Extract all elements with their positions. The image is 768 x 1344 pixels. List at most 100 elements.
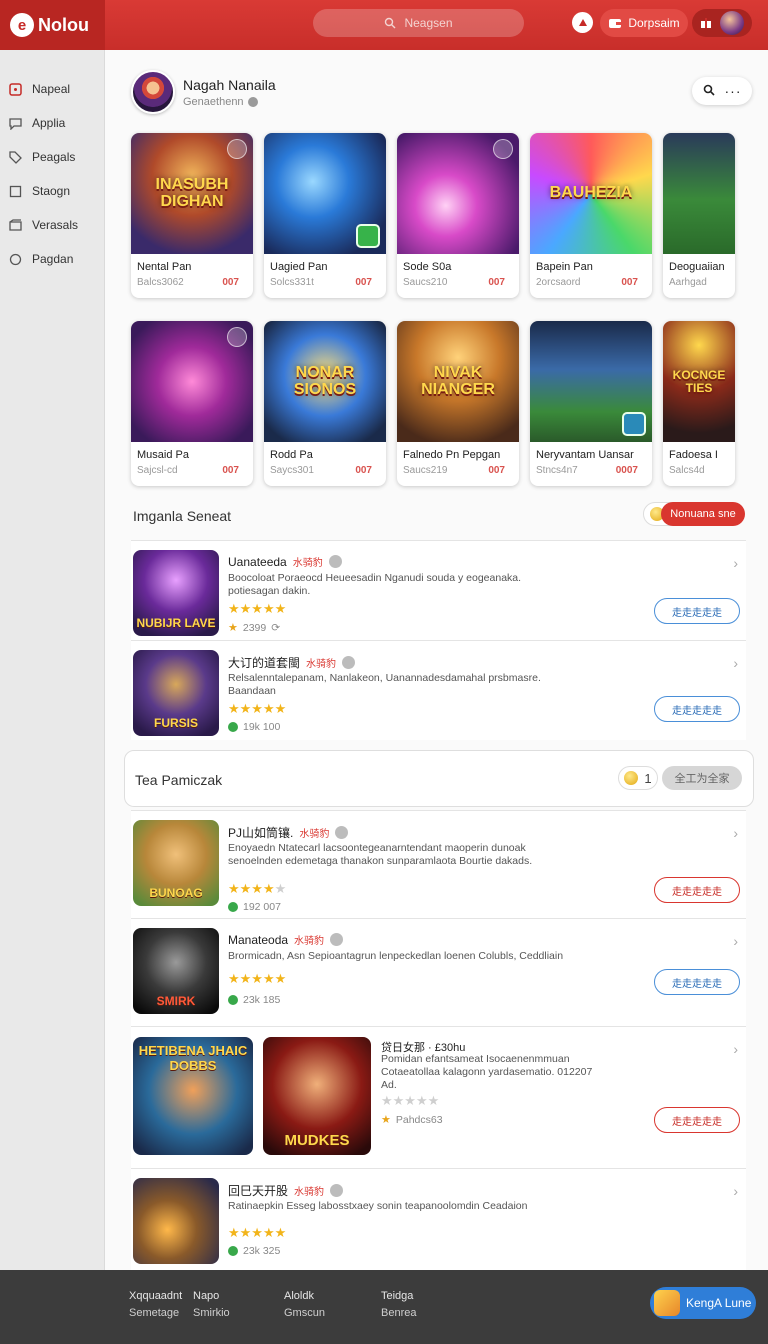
search-icon[interactable] xyxy=(703,83,715,99)
section-action-button[interactable]: 全工为全家 xyxy=(662,766,742,790)
footer-link[interactable]: Semetage xyxy=(129,1305,182,1322)
more-icon[interactable]: ··· xyxy=(725,83,742,99)
game-art-title: NONAR SIONOS xyxy=(293,363,357,398)
footer-link[interactable]: Teidga xyxy=(381,1288,416,1305)
rating-stars: ★★★★★ xyxy=(228,1225,287,1240)
item-action-button[interactable]: 走走走走走 xyxy=(654,696,740,722)
game-thumbnail: NIVAK NIANGER xyxy=(397,321,519,442)
deposit-label: Dorpsaim xyxy=(628,16,680,30)
list-thumbnail: NUBIJR LAVE xyxy=(133,550,219,636)
game-thumbnail: INASUBH DIGHAN xyxy=(131,133,253,254)
footer-column: Napo Smirkio xyxy=(193,1288,230,1322)
chevron-right-icon[interactable]: › xyxy=(733,555,738,571)
list-item[interactable]: BUNOAG PJ山如筒镶. 水骑豹 Enoyaedn Ntatecarl lac… xyxy=(131,810,746,918)
footer: Xqquaadnt Semetage Napo Smirkio Aloldk G… xyxy=(0,1270,768,1344)
chevron-right-icon[interactable]: › xyxy=(733,655,738,671)
game-card[interactable]: KOCNGE TIES Fadoesa I Salcs4d xyxy=(663,321,735,486)
item-action-button[interactable]: 走走走走走 xyxy=(654,1107,740,1133)
sidebar-item-label: Napeal xyxy=(32,82,71,96)
game-card[interactable]: NONAR SIONOS Rodd Pa Saycs301 007 xyxy=(264,321,386,486)
item-meta-row: 192 007 xyxy=(228,901,281,913)
item-meta: 23k 185 xyxy=(243,994,281,1006)
footer-link[interactable]: Aloldk xyxy=(284,1288,325,1305)
info-icon xyxy=(342,656,356,669)
avatar xyxy=(720,11,744,35)
game-card[interactable]: INASUBH DIGHAN Nental Pan Balcs3062 007 xyxy=(131,133,253,298)
list-item[interactable]: 回巳天开股 水骑豹 Ratinaepkin Esseg labosstxaey s… xyxy=(131,1168,746,1278)
game-card[interactable]: Uagied Pan Solcs331t 007 xyxy=(264,133,386,298)
game-card[interactable]: Deoguaiian Aarhgad xyxy=(663,133,735,298)
item-title-row: 回巳天开股 水骑豹 xyxy=(228,1182,344,1199)
footer-link[interactable]: Xqquaadnt xyxy=(129,1288,182,1305)
item-meta-row: 23k 325 xyxy=(228,1245,280,1257)
list-item[interactable]: HETIBENA JHAIC DOBBS MUDKES 贷日女那 · £30hu… xyxy=(131,1026,746,1168)
user-menu[interactable] xyxy=(692,9,752,37)
item-action-button[interactable]: 走走走走走 xyxy=(654,598,740,624)
featured-row-1: INASUBH DIGHAN Nental Pan Balcs3062 007 U… xyxy=(131,133,735,298)
coin-icon xyxy=(624,771,639,785)
game-art-title: INASUBH DIGHAN xyxy=(155,175,229,210)
list-item[interactable]: FURSIS 大订的道套閩 水骑豹 Relsalenntalepanam, Nan… xyxy=(131,640,746,740)
verified-icon xyxy=(247,96,258,107)
chevron-right-icon[interactable]: › xyxy=(733,1041,738,1057)
chevron-right-icon[interactable]: › xyxy=(733,933,738,949)
list-item[interactable]: NUBIJR LAVE Uanateeda 水骑豹 Boocoloat Porae… xyxy=(131,540,746,640)
item-title: 大订的道套閩 xyxy=(228,656,301,670)
thumb-art: BUNOAG xyxy=(149,886,203,900)
deposit-button[interactable]: Dorpsaim xyxy=(600,9,688,37)
item-description: Enoyaedn Ntatecarl lacsoontegeanarntenda… xyxy=(228,842,533,867)
chevron-right-icon[interactable]: › xyxy=(733,825,738,841)
game-list-2: BUNOAG PJ山如筒镶. 水骑豹 Enoyaedn Ntatecarl lac… xyxy=(131,810,746,1278)
sidebar-item-label: Staogn xyxy=(32,184,71,198)
item-description: Pomidan efantsameat Isocaenenmmuan Cotae… xyxy=(381,1053,593,1091)
game-card[interactable]: Neryvantam Uansar Stncs4n7 0007 xyxy=(530,321,652,486)
item-tag: 水骑豹 xyxy=(306,659,337,670)
search-input[interactable]: Neagsen xyxy=(313,9,524,37)
game-card[interactable]: NIVAK NIANGER Falnedo Pn Pepgan Saucs219… xyxy=(397,321,519,486)
list-thumbnail: BUNOAG xyxy=(133,820,219,906)
item-action-button[interactable]: 走走走走走 xyxy=(654,877,740,903)
section-action-button[interactable]: Nonuana sne xyxy=(661,502,745,526)
online-icon xyxy=(228,1246,238,1256)
badge-icon xyxy=(493,139,513,159)
chevron-right-icon[interactable]: › xyxy=(733,1183,738,1199)
footer-link[interactable]: Gmscun xyxy=(284,1305,325,1322)
sidebar-item-napeal[interactable]: Napeal xyxy=(0,72,104,106)
item-title: Uanateeda xyxy=(228,554,287,569)
badge-icon xyxy=(227,327,247,347)
game-meta: Saucs210 xyxy=(403,277,448,288)
gift-icon xyxy=(701,18,711,28)
footer-link[interactable]: Smirkio xyxy=(193,1305,230,1322)
sidebar-item-peagals[interactable]: Peagals xyxy=(0,140,104,174)
sidebar: Napeal Applia Peagals Staogn Verasals Pa… xyxy=(0,50,105,1270)
badge-icon xyxy=(227,139,247,159)
notification-icon[interactable] xyxy=(572,12,593,33)
game-card[interactable]: Sode S0a Saucs210 007 xyxy=(397,133,519,298)
item-title-row: PJ山如筒镶. 水骑豹 xyxy=(228,824,349,841)
tag-icon xyxy=(8,150,22,164)
sidebar-item-label: Verasals xyxy=(32,218,79,232)
sidebar-item-staogn[interactable]: Staogn xyxy=(0,174,104,208)
footer-link[interactable]: Benrea xyxy=(381,1305,416,1322)
item-tag: 水骑豹 xyxy=(299,829,330,840)
list-item[interactable]: SMIRK Manateoda 水骑豹 Brormicadn, Asn Sepio… xyxy=(131,918,746,1026)
coin-counter[interactable]: 1 xyxy=(618,766,658,790)
game-count: 007 xyxy=(488,465,505,476)
top-bar: e Nolou Neagsen Dorpsaim xyxy=(0,0,768,50)
game-card[interactable]: Musaid Pa Sajcsl-cd 007 xyxy=(131,321,253,486)
item-title: PJ山如筒镶. xyxy=(228,826,294,840)
item-meta: 23k 325 xyxy=(243,1245,281,1257)
rating-stars: ★★★★★ xyxy=(228,971,287,986)
brand[interactable]: e Nolou xyxy=(0,0,105,50)
profile-avatar[interactable] xyxy=(131,70,175,114)
thumb-art: MUDKES xyxy=(284,1132,350,1149)
sidebar-item-verasals[interactable]: Verasals xyxy=(0,208,104,242)
footer-link[interactable]: Napo xyxy=(193,1288,230,1305)
square-icon xyxy=(8,82,22,96)
game-thumbnail xyxy=(397,133,519,254)
sidebar-item-pagdan[interactable]: Pagdan xyxy=(0,242,104,276)
game-card[interactable]: BAUHEZIA Bapein Pan 2orcsaord 007 xyxy=(530,133,652,298)
chat-button[interactable]: KengA Lune xyxy=(650,1287,756,1319)
sidebar-item-applia[interactable]: Applia xyxy=(0,106,104,140)
item-action-button[interactable]: 走走走走走 xyxy=(654,969,740,995)
